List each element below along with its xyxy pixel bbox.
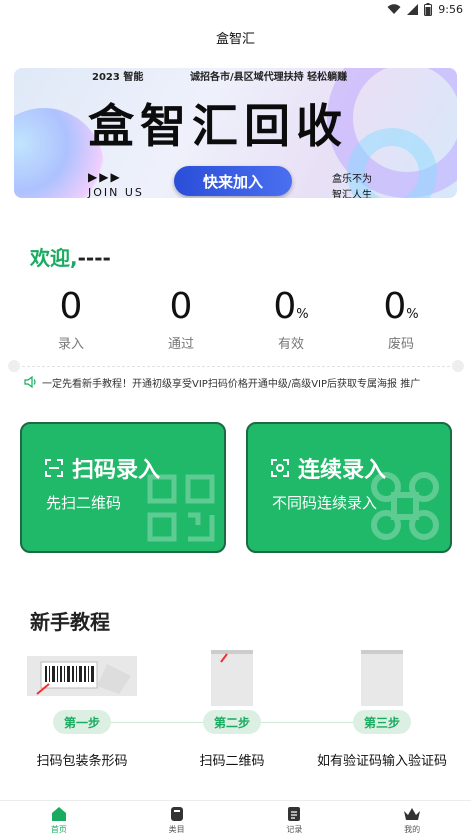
page-title: 盒智汇 bbox=[215, 31, 255, 47]
category-icon bbox=[170, 806, 183, 821]
stats-row: 0 录入 0 通过 0% 有效 0% 废码 bbox=[16, 285, 456, 352]
nav-label: 首页 bbox=[50, 824, 67, 834]
welcome-text: 欢迎,---- bbox=[30, 242, 111, 271]
notice-bar[interactable]: 一定先看新手教程！开通初级享受VIP扫码价格开通中级/高级VIP后获取专属海报 … bbox=[24, 374, 454, 390]
nav-mine[interactable]: 我的 bbox=[353, 801, 471, 839]
stat-invalid: 0% 废码 bbox=[346, 285, 456, 352]
continuous-entry-subtitle: 不同码连续录入 bbox=[272, 494, 378, 512]
banner-slogan: 诚招各市/县区域代理扶持 轻松躺赚 bbox=[190, 72, 348, 83]
welcome-greeting: 欢迎, bbox=[30, 246, 78, 270]
step-caption: 扫码包装条形码 bbox=[36, 754, 128, 769]
stat-label: 录入 bbox=[57, 337, 84, 352]
scan-entry-card[interactable]: 扫码录入 先扫二维码 bbox=[20, 422, 226, 553]
nav-category[interactable]: 类目 bbox=[118, 801, 236, 839]
divider-line bbox=[22, 366, 450, 367]
tutorial-title: 新手教程 bbox=[30, 610, 110, 634]
step-badge: 第二步 bbox=[203, 710, 261, 734]
banner-year: 2023 智能 bbox=[92, 72, 144, 83]
banner-side-text: 智汇人生 bbox=[332, 190, 372, 198]
nav-label: 我的 bbox=[404, 824, 421, 834]
stat-value: 0 bbox=[273, 286, 297, 327]
promo-banner[interactable]: 2023 智能 诚招各市/县区域代理扶持 轻松躺赚 盒智汇回收 ▶▶▶ JOIN… bbox=[14, 68, 457, 198]
scan-icon bbox=[45, 459, 63, 477]
banner-arrows: ▶▶▶ bbox=[88, 170, 122, 184]
camera-scan-icon bbox=[271, 459, 289, 477]
stat-label: 有效 bbox=[277, 337, 304, 352]
record-icon bbox=[288, 806, 301, 821]
divider-dot bbox=[452, 360, 464, 372]
step-badge: 第一步 bbox=[53, 710, 111, 734]
step-caption: 如有验证码输入验证码 bbox=[316, 754, 447, 769]
link-icon bbox=[371, 472, 439, 540]
stat-valid: 0% 有效 bbox=[236, 285, 346, 352]
home-icon bbox=[51, 806, 66, 821]
qr-code-icon bbox=[147, 474, 215, 542]
stat-passed: 0 通过 bbox=[126, 285, 236, 352]
stat-value: 0 bbox=[59, 286, 83, 327]
nav-label: 记录 bbox=[286, 824, 303, 834]
crown-icon bbox=[404, 807, 421, 820]
tutorial-step[interactable]: 第一步 扫码包装条形码 bbox=[12, 650, 152, 770]
stat-entered: 0 录入 bbox=[16, 285, 126, 352]
divider-dot bbox=[8, 360, 20, 372]
nav-home[interactable]: 首页 bbox=[0, 801, 118, 839]
tutorial-step[interactable]: 第二步 扫码二维码 bbox=[162, 650, 302, 770]
status-icons: 9:56 bbox=[387, 3, 463, 16]
tutorial-steps: 第一步 扫码包装条形码 第二步 扫码二维码 第三步 如有验证码输入验证码 bbox=[16, 650, 456, 770]
stat-value: 0 bbox=[169, 286, 193, 327]
banner-join-us: JOIN US bbox=[88, 186, 144, 198]
status-bar: 9:56 bbox=[0, 0, 471, 20]
stat-label: 废码 bbox=[387, 337, 414, 352]
barcode-image bbox=[27, 656, 137, 696]
battery-icon bbox=[424, 3, 433, 16]
tutorial-step[interactable]: 第三步 如有验证码输入验证码 bbox=[312, 650, 452, 770]
nav-record[interactable]: 记录 bbox=[236, 801, 354, 839]
continuous-entry-card[interactable]: 连续录入 不同码连续录入 bbox=[246, 422, 452, 553]
step-caption: 扫码二维码 bbox=[199, 754, 265, 769]
notice-text: 一定先看新手教程！开通初级享受VIP扫码价格开通中级/高级VIP后获取专属海报 … bbox=[42, 378, 421, 390]
status-time: 9:56 bbox=[438, 3, 463, 16]
scan-entry-subtitle: 先扫二维码 bbox=[46, 494, 122, 512]
nav-label: 类目 bbox=[168, 824, 185, 834]
wifi-icon bbox=[387, 4, 401, 14]
step-badge: 第三步 bbox=[353, 710, 411, 734]
bottom-nav: 首页 类目 记录 我的 bbox=[0, 800, 471, 839]
stat-label: 通过 bbox=[167, 337, 194, 352]
join-button[interactable]: 快来加入 bbox=[174, 166, 292, 196]
welcome-username: ---- bbox=[77, 246, 111, 270]
signal-icon bbox=[407, 4, 419, 15]
divider bbox=[8, 360, 464, 372]
banner-title: 盒智汇回收 bbox=[88, 99, 348, 153]
stat-value: 0 bbox=[383, 286, 407, 327]
banner-side-text: 盒乐不为 bbox=[332, 174, 372, 185]
verification-image bbox=[361, 650, 403, 706]
speaker-icon bbox=[24, 376, 36, 388]
qrcode-image bbox=[211, 650, 253, 706]
